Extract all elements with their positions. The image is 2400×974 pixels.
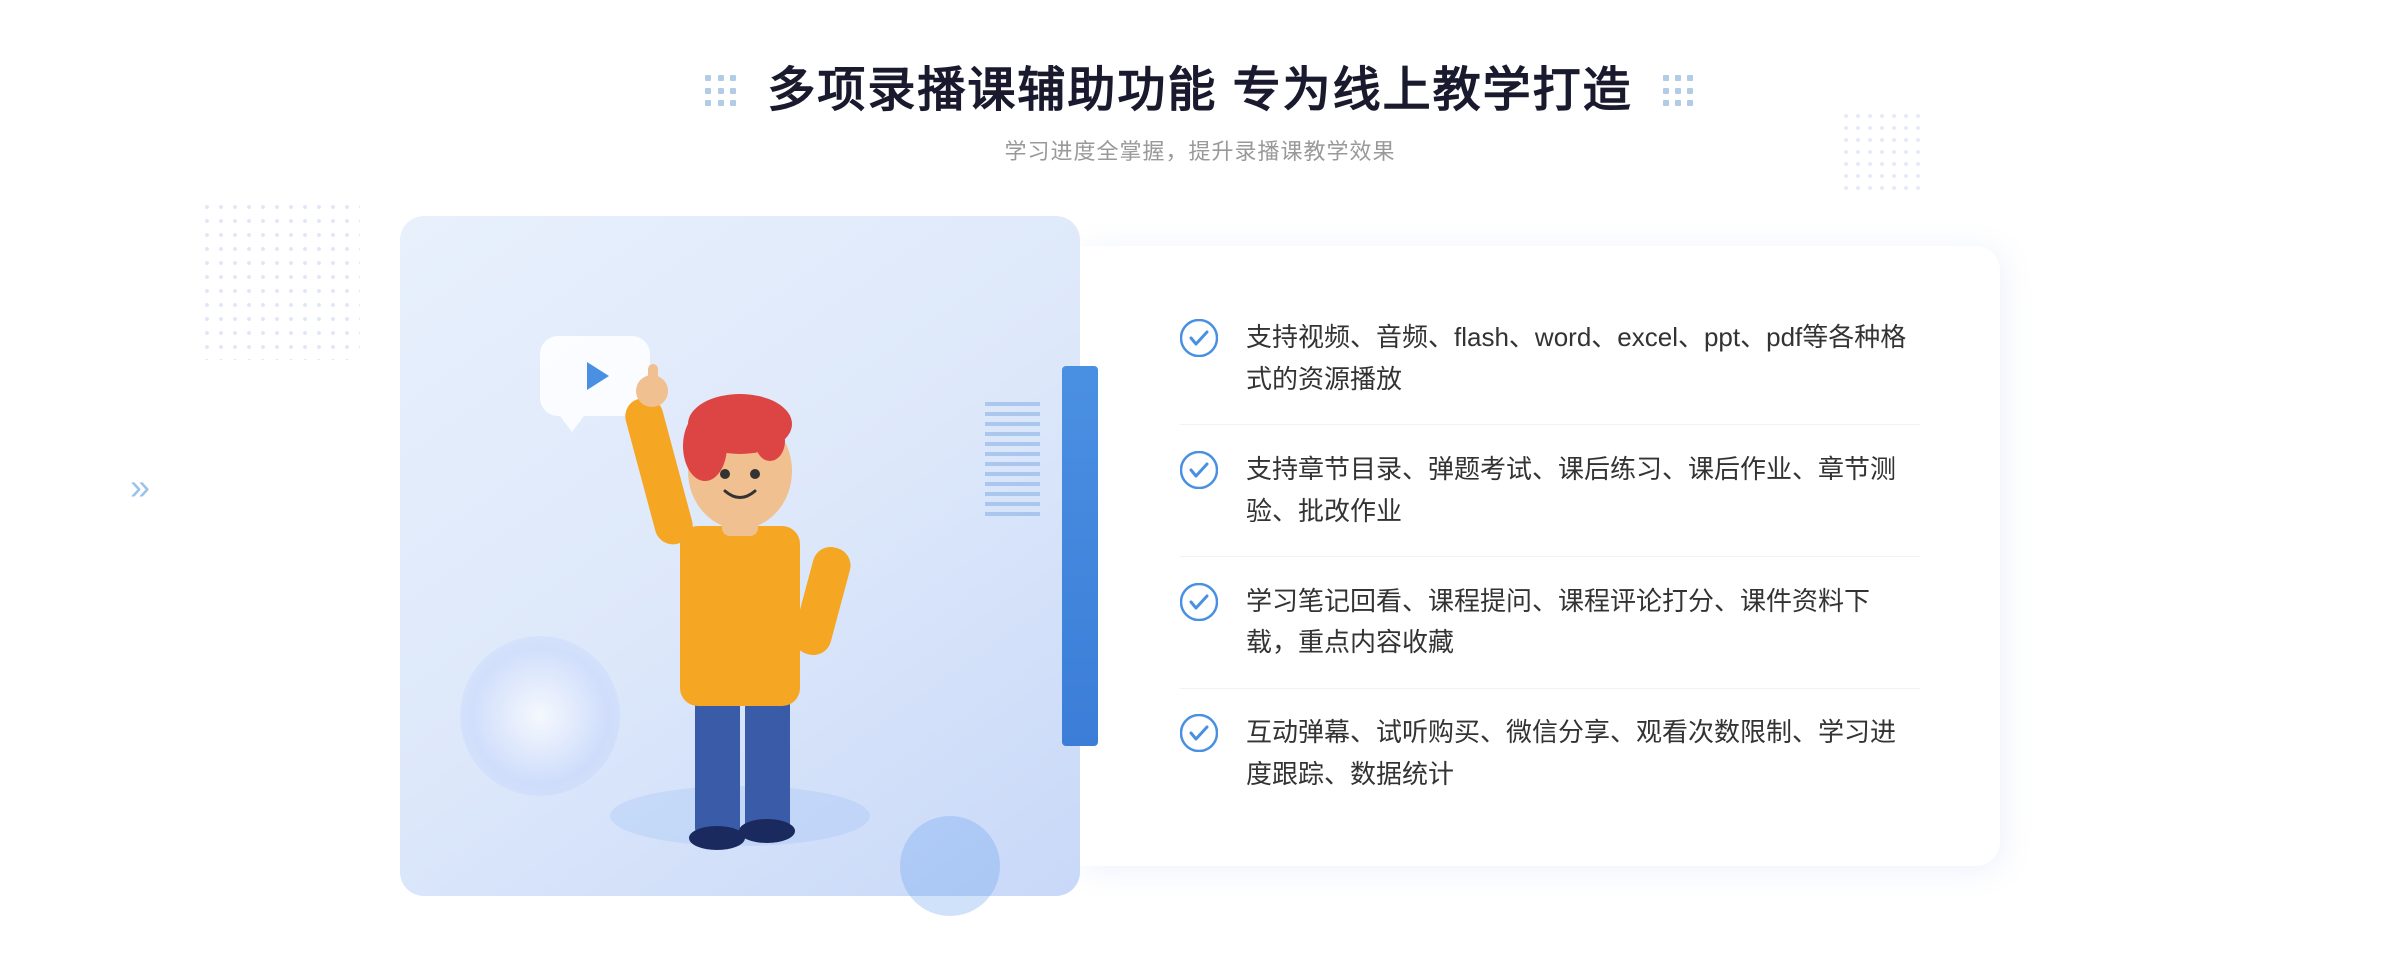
feature-item-4: 互动弹幕、试听购买、微信分享、观看次数限制、学习进度跟踪、数据统计 bbox=[1180, 694, 1920, 813]
check-icon-2 bbox=[1180, 451, 1218, 489]
striped-rect-decoration bbox=[985, 396, 1040, 516]
title-row: 多项录播课辅助功能 专为线上教学打造 bbox=[705, 60, 1694, 122]
header-section: 多项录播课辅助功能 专为线上教学打造 学习进度全掌握，提升录播课教学效果 bbox=[705, 60, 1694, 166]
check-icon-3 bbox=[1180, 583, 1218, 621]
dot-grid-left bbox=[705, 75, 737, 107]
main-title: 多项录播课辅助功能 专为线上教学打造 bbox=[767, 60, 1632, 122]
feature-divider-1 bbox=[1180, 424, 1920, 425]
bg-dots-right-top bbox=[1840, 110, 1920, 190]
feature-divider-3 bbox=[1180, 688, 1920, 689]
person-figure bbox=[570, 316, 910, 896]
accent-bar bbox=[1062, 366, 1098, 746]
features-panel: 支持视频、音频、flash、word、excel、ppt、pdf等各种格式的资源… bbox=[1080, 246, 2000, 866]
page-wrapper: » 多项录播课辅助功能 专为线上教学打造 学习进度全掌握，提升录播课教学效果 bbox=[0, 0, 2400, 974]
feature-item-2: 支持章节目录、弹题考试、课后练习、课后作业、章节测验、批改作业 bbox=[1180, 431, 1920, 550]
bg-dots-left bbox=[200, 200, 360, 360]
feature-item-3: 学习笔记回看、课程提问、课程评论打分、课件资料下载，重点内容收藏 bbox=[1180, 563, 1920, 682]
check-icon-1 bbox=[1180, 319, 1218, 357]
feature-text-1: 支持视频、音频、flash、word、excel、ppt、pdf等各种格式的资源… bbox=[1246, 317, 1920, 400]
left-arrows-decoration: » bbox=[130, 466, 142, 508]
blue-circle-decoration bbox=[900, 816, 1000, 916]
feature-text-3: 学习笔记回看、课程提问、课程评论打分、课件资料下载，重点内容收藏 bbox=[1246, 581, 1920, 664]
check-icon-4 bbox=[1180, 714, 1218, 752]
feature-text-2: 支持章节目录、弹题考试、课后练习、课后作业、章节测验、批改作业 bbox=[1246, 449, 1920, 532]
feature-text-4: 互动弹幕、试听购买、微信分享、观看次数限制、学习进度跟踪、数据统计 bbox=[1246, 712, 1920, 795]
content-area: 支持视频、音频、flash、word、excel、ppt、pdf等各种格式的资源… bbox=[400, 216, 2000, 896]
feature-divider-2 bbox=[1180, 556, 1920, 557]
dot-grid-right bbox=[1663, 75, 1695, 107]
subtitle: 学习进度全掌握，提升录播课教学效果 bbox=[705, 134, 1694, 166]
feature-item-1: 支持视频、音频、flash、word、excel、ppt、pdf等各种格式的资源… bbox=[1180, 299, 1920, 418]
illustration-card bbox=[400, 216, 1080, 896]
